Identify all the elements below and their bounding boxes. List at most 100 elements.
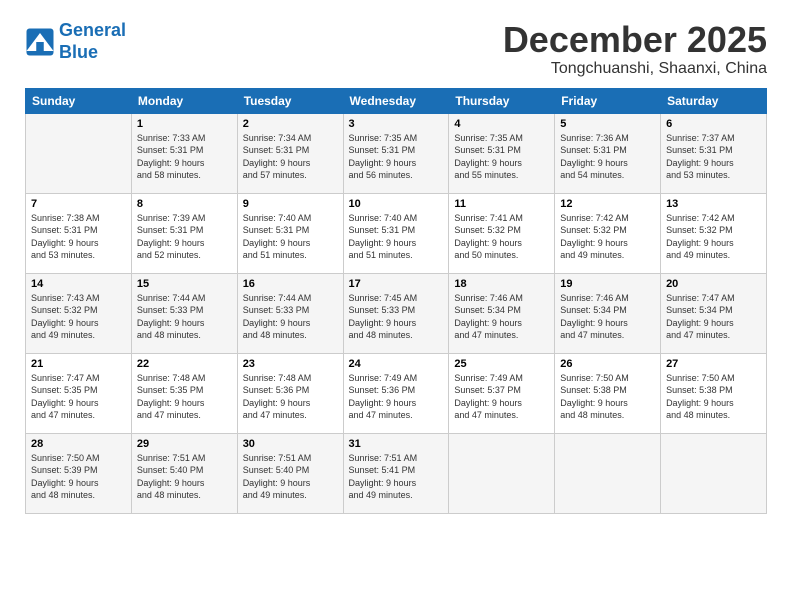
day-info: Sunrise: 7:33 AM Sunset: 5:31 PM Dayligh… (137, 132, 232, 182)
weekday-header-thursday: Thursday (449, 88, 555, 113)
calendar-cell: 18Sunrise: 7:46 AM Sunset: 5:34 PM Dayli… (449, 273, 555, 353)
calendar-cell: 22Sunrise: 7:48 AM Sunset: 5:35 PM Dayli… (131, 353, 237, 433)
calendar-cell (26, 113, 132, 193)
calendar-cell: 7Sunrise: 7:38 AM Sunset: 5:31 PM Daylig… (26, 193, 132, 273)
day-number: 27 (666, 358, 761, 370)
day-info: Sunrise: 7:36 AM Sunset: 5:31 PM Dayligh… (560, 132, 655, 182)
day-number: 12 (560, 198, 655, 210)
day-info: Sunrise: 7:35 AM Sunset: 5:31 PM Dayligh… (454, 132, 549, 182)
calendar-cell (449, 433, 555, 513)
calendar-cell: 28 Sunrise: 7:50 AM Sunset: 5:39 PM Dayli… (26, 433, 132, 513)
calendar-cell: 21 Sunrise: 7:47 AM Sunset: 5:35 PM Dayli… (26, 353, 132, 433)
day-number: 16 (243, 278, 338, 290)
calendar-cell: 31 Sunrise: 7:51 AM Sunset: 5:41 PM Dayli… (343, 433, 449, 513)
calendar-cell: 27 Sunrise: 7:50 AM Sunset: 5:38 PM Dayli… (661, 353, 767, 433)
day-info: Sunrise: 7:49 AM Sunset: 5:36 PM Dayligh… (349, 372, 444, 422)
day-number: 20 (666, 278, 761, 290)
calendar-cell: 20 Sunrise: 7:47 AM Sunset: 5:34 PM Dayli… (661, 273, 767, 353)
day-number: 10 (349, 198, 444, 210)
day-number: 11 (454, 198, 549, 210)
day-number: 28 (31, 438, 126, 450)
day-number: 31 (349, 438, 444, 450)
logo-line2: Blue (59, 42, 98, 62)
day-info: Sunrise: 7:44 AM Sunset: 5:33 PM Dayligh… (243, 292, 338, 342)
day-info: Sunrise: 7:40 AM Sunset: 5:31 PM Dayligh… (349, 212, 444, 262)
day-info: Sunrise: 7:46 AM Sunset: 5:34 PM Dayligh… (560, 292, 655, 342)
weekday-header-wednesday: Wednesday (343, 88, 449, 113)
calendar-cell: 3Sunrise: 7:35 AM Sunset: 5:31 PM Daylig… (343, 113, 449, 193)
weekday-header-sunday: Sunday (26, 88, 132, 113)
day-number: 21 (31, 358, 126, 370)
logo-line1: General (59, 20, 126, 40)
day-info: Sunrise: 7:48 AM Sunset: 5:36 PM Dayligh… (243, 372, 338, 422)
day-number: 19 (560, 278, 655, 290)
day-number: 4 (454, 118, 549, 130)
calendar-cell: 15 Sunrise: 7:44 AM Sunset: 5:33 PM Dayli… (131, 273, 237, 353)
day-info: Sunrise: 7:44 AM Sunset: 5:33 PM Dayligh… (137, 292, 232, 342)
day-info: Sunrise: 7:51 AM Sunset: 5:40 PM Dayligh… (243, 452, 338, 502)
day-info: Sunrise: 7:42 AM Sunset: 5:32 PM Dayligh… (560, 212, 655, 262)
day-number: 6 (666, 118, 761, 130)
calendar-cell: 30 Sunrise: 7:51 AM Sunset: 5:40 PM Dayli… (237, 433, 343, 513)
day-info: Sunrise: 7:42 AM Sunset: 5:32 PM Dayligh… (666, 212, 761, 262)
day-info: Sunrise: 7:50 AM Sunset: 5:39 PM Dayligh… (31, 452, 126, 502)
calendar-cell: 4 Sunrise: 7:35 AM Sunset: 5:31 PM Daylig… (449, 113, 555, 193)
day-number: 2 (243, 118, 338, 130)
day-info: Sunrise: 7:41 AM Sunset: 5:32 PM Dayligh… (454, 212, 549, 262)
logo: General Blue (25, 20, 126, 63)
calendar-cell: 13Sunrise: 7:42 AM Sunset: 5:32 PM Dayli… (661, 193, 767, 273)
day-info: Sunrise: 7:50 AM Sunset: 5:38 PM Dayligh… (560, 372, 655, 422)
calendar-cell: 8 Sunrise: 7:39 AM Sunset: 5:31 PM Daylig… (131, 193, 237, 273)
day-number: 18 (454, 278, 549, 290)
day-info: Sunrise: 7:43 AM Sunset: 5:32 PM Dayligh… (31, 292, 126, 342)
day-number: 5 (560, 118, 655, 130)
day-number: 29 (137, 438, 232, 450)
calendar-cell: 1 Sunrise: 7:33 AM Sunset: 5:31 PM Daylig… (131, 113, 237, 193)
day-info: Sunrise: 7:39 AM Sunset: 5:31 PM Dayligh… (137, 212, 232, 262)
day-number: 22 (137, 358, 232, 370)
calendar-cell: 25 Sunrise: 7:49 AM Sunset: 5:37 PM Dayli… (449, 353, 555, 433)
day-info: Sunrise: 7:51 AM Sunset: 5:41 PM Dayligh… (349, 452, 444, 502)
calendar-cell: 5 Sunrise: 7:36 AM Sunset: 5:31 PM Daylig… (555, 113, 661, 193)
calendar-table: SundayMondayTuesdayWednesdayThursdayFrid… (25, 88, 767, 514)
calendar-cell: 24 Sunrise: 7:49 AM Sunset: 5:36 PM Dayli… (343, 353, 449, 433)
header: General Blue December 2025 Tongchuanshi,… (25, 20, 767, 78)
calendar-cell: 16 Sunrise: 7:44 AM Sunset: 5:33 PM Dayli… (237, 273, 343, 353)
location: Tongchuanshi, Shaanxi, China (503, 60, 767, 78)
calendar-cell: 19 Sunrise: 7:46 AM Sunset: 5:34 PM Dayli… (555, 273, 661, 353)
day-info: Sunrise: 7:50 AM Sunset: 5:38 PM Dayligh… (666, 372, 761, 422)
calendar-cell: 2 Sunrise: 7:34 AM Sunset: 5:31 PM Daylig… (237, 113, 343, 193)
weekday-header-saturday: Saturday (661, 88, 767, 113)
day-number: 1 (137, 118, 232, 130)
month-title: December 2025 (503, 20, 767, 60)
day-info: Sunrise: 7:49 AM Sunset: 5:37 PM Dayligh… (454, 372, 549, 422)
day-number: 25 (454, 358, 549, 370)
day-number: 8 (137, 198, 232, 210)
calendar-cell: 17 Sunrise: 7:45 AM Sunset: 5:33 PM Dayli… (343, 273, 449, 353)
day-number: 17 (349, 278, 444, 290)
calendar-cell: 14Sunrise: 7:43 AM Sunset: 5:32 PM Dayli… (26, 273, 132, 353)
day-info: Sunrise: 7:38 AM Sunset: 5:31 PM Dayligh… (31, 212, 126, 262)
day-info: Sunrise: 7:47 AM Sunset: 5:34 PM Dayligh… (666, 292, 761, 342)
day-number: 23 (243, 358, 338, 370)
calendar-cell (555, 433, 661, 513)
weekday-header-friday: Friday (555, 88, 661, 113)
day-number: 15 (137, 278, 232, 290)
logo-icon (25, 27, 55, 57)
day-number: 26 (560, 358, 655, 370)
day-number: 9 (243, 198, 338, 210)
calendar-cell: 11 Sunrise: 7:41 AM Sunset: 5:32 PM Dayli… (449, 193, 555, 273)
calendar-cell: 6 Sunrise: 7:37 AM Sunset: 5:31 PM Daylig… (661, 113, 767, 193)
day-info: Sunrise: 7:45 AM Sunset: 5:33 PM Dayligh… (349, 292, 444, 342)
calendar-cell: 10 Sunrise: 7:40 AM Sunset: 5:31 PM Dayli… (343, 193, 449, 273)
page: General Blue December 2025 Tongchuanshi,… (0, 0, 792, 612)
weekday-header-tuesday: Tuesday (237, 88, 343, 113)
day-info: Sunrise: 7:35 AM Sunset: 5:31 PM Dayligh… (349, 132, 444, 182)
weekday-header-monday: Monday (131, 88, 237, 113)
day-number: 24 (349, 358, 444, 370)
day-info: Sunrise: 7:37 AM Sunset: 5:31 PM Dayligh… (666, 132, 761, 182)
day-number: 30 (243, 438, 338, 450)
day-info: Sunrise: 7:47 AM Sunset: 5:35 PM Dayligh… (31, 372, 126, 422)
calendar-cell: 23 Sunrise: 7:48 AM Sunset: 5:36 PM Dayli… (237, 353, 343, 433)
day-info: Sunrise: 7:34 AM Sunset: 5:31 PM Dayligh… (243, 132, 338, 182)
